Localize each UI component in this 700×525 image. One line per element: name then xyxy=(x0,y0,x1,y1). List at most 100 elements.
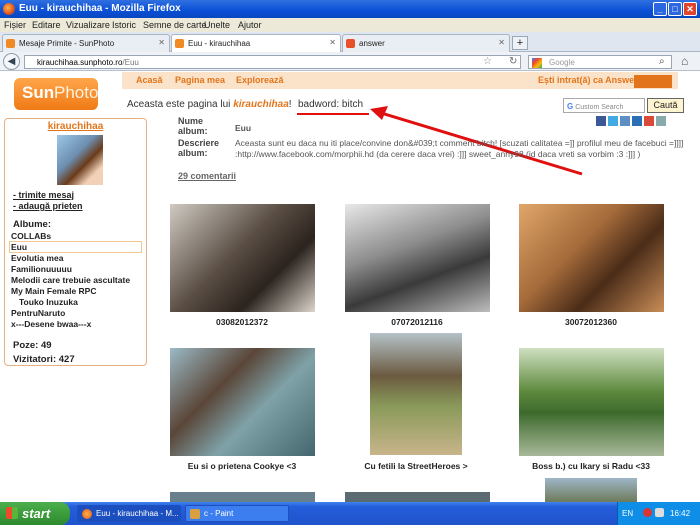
taskbar-firefox[interactable]: Euu - kirauchihaa - M... xyxy=(77,505,181,522)
comments-link[interactable]: 29 comentarii xyxy=(178,171,236,181)
photo-caption[interactable]: 07072012116 xyxy=(337,317,497,327)
bookmark-star-icon[interactable]: ☆ xyxy=(483,56,492,67)
maximize-button[interactable]: □ xyxy=(668,2,682,16)
album-link-selected[interactable]: Euu xyxy=(11,242,27,252)
menu-bookmarks[interactable]: Semne de carte xyxy=(143,20,207,30)
close-tab-icon[interactable]: ✕ xyxy=(158,38,165,47)
photo-caption[interactable]: 03082012372 xyxy=(162,317,322,327)
back-button[interactable]: ◀ xyxy=(3,53,20,70)
nav-my-page-link[interactable]: Pagina mea xyxy=(175,75,225,85)
photo-thumbnail[interactable] xyxy=(170,492,315,502)
new-tab-button[interactable]: + xyxy=(512,36,528,50)
page-title: Aceasta este pagina lui kirauchihaa! xyxy=(127,99,292,110)
tab-euu[interactable]: Euu - kirauchihaa ✕ xyxy=(171,34,341,53)
photo-thumbnail[interactable] xyxy=(519,348,664,456)
album-name: Euu xyxy=(235,123,252,133)
photo-thumbnail[interactable] xyxy=(170,204,315,312)
album-link[interactable]: Evolutia mea xyxy=(11,253,63,263)
photo-thumbnail[interactable] xyxy=(370,333,462,455)
tab-mesaje[interactable]: Mesaje Primite - SunPhoto ✕ xyxy=(2,34,170,52)
photo-thumbnail[interactable] xyxy=(519,204,664,312)
nav-home-link[interactable]: Acasă xyxy=(136,75,163,85)
firefox-icon xyxy=(82,509,92,519)
albums-title: Albume: xyxy=(13,219,51,230)
menu-help[interactable]: Ajutor xyxy=(238,20,262,30)
menu-file[interactable]: Fișier xyxy=(4,20,26,30)
album-description-label: Descriere album: xyxy=(178,138,220,158)
album-name-label: Nume album: xyxy=(178,116,208,136)
badword-annotation: badword: bitch xyxy=(298,99,364,110)
minimize-button[interactable]: _ xyxy=(653,2,667,16)
answer-favicon-icon xyxy=(346,39,355,48)
paint-icon xyxy=(190,509,200,519)
windows-flag-icon xyxy=(6,507,18,519)
album-link[interactable]: My Main Female RPC xyxy=(11,286,97,296)
avatar[interactable] xyxy=(57,135,103,185)
close-tab-icon[interactable]: ✕ xyxy=(329,38,336,47)
red-underline-annotation xyxy=(297,113,369,115)
photo-thumbnail[interactable] xyxy=(345,204,490,312)
tab-label: Euu - kirauchihaa xyxy=(188,39,251,48)
album-link[interactable]: x---Desene bwaa---x xyxy=(11,319,91,329)
close-button[interactable]: ✕ xyxy=(683,2,697,16)
taskbar-paint[interactable]: c - Paint xyxy=(185,505,289,522)
start-button[interactable]: start xyxy=(0,502,70,525)
window-title: Euu - kirauchihaa - Mozilla Firefox xyxy=(19,3,181,14)
google-share-icon[interactable] xyxy=(644,116,654,126)
profile-sidebar: kirauchihaa - trimite mesaj - adaugă pri… xyxy=(4,118,147,366)
language-indicator[interactable]: EN xyxy=(622,509,633,518)
photo-thumbnail[interactable] xyxy=(545,478,637,502)
send-message-link[interactable]: - trimite mesaj xyxy=(13,190,74,200)
sunphoto-favicon-icon xyxy=(175,39,184,48)
album-link[interactable]: Melodii care trebuie ascultate xyxy=(11,275,130,285)
album-link[interactable]: PentruNaruto xyxy=(11,308,65,318)
photo-caption[interactable]: 30072012360 xyxy=(511,317,671,327)
menu-history[interactable]: Istoric xyxy=(112,20,136,30)
url-bar[interactable]: kirauchihaa.sunphoto.ro/Euu ☆ ↻ xyxy=(24,55,521,69)
search-input[interactable]: Google ⌕ xyxy=(528,55,672,69)
search-placeholder: Google xyxy=(549,58,575,67)
profile-username[interactable]: kirauchihaa xyxy=(5,121,146,132)
search-icon[interactable]: ⌕ xyxy=(659,56,665,67)
tab-label: Mesaje Primite - SunPhoto xyxy=(19,39,115,48)
tab-answer[interactable]: answer ✕ xyxy=(342,34,510,52)
menu-view[interactable]: Vizualizare xyxy=(66,20,110,30)
email-icon[interactable] xyxy=(632,116,642,126)
album-link[interactable]: Familionuuuuu xyxy=(11,264,72,274)
clock[interactable]: 16:42 xyxy=(670,509,690,518)
more-share-icon[interactable] xyxy=(656,116,666,126)
sunphoto-logo[interactable]: Sun Photo xyxy=(14,78,98,110)
menu-tools[interactable]: Unelte xyxy=(204,20,230,30)
album-link[interactable]: COLLABs xyxy=(11,231,51,241)
photo-caption[interactable]: Cu fetili la StreetHeroes > xyxy=(336,461,496,471)
photo-caption[interactable]: Eu si o prietena Cookye <3 xyxy=(162,461,322,471)
sunphoto-favicon-icon xyxy=(6,39,15,48)
close-tab-icon[interactable]: ✕ xyxy=(498,38,505,47)
tray-status-icon[interactable] xyxy=(643,508,652,517)
google-custom-search-input[interactable]: G Custom Search xyxy=(563,98,645,113)
album-description: Aceasta sunt eu daca nu iti place/convin… xyxy=(235,138,684,159)
menu-edit[interactable]: Editare xyxy=(32,20,61,30)
nav-explore-link[interactable]: Explorează xyxy=(236,75,284,85)
logo-sun-text: Sun xyxy=(22,83,55,102)
home-icon[interactable]: ⌂ xyxy=(681,54,688,68)
page-content: Acasă Pagina mea Explorează Ești intrat(… xyxy=(0,72,700,502)
google-logo-icon: G xyxy=(567,102,574,111)
search-button[interactable]: Caută xyxy=(647,98,684,113)
volume-icon[interactable] xyxy=(655,508,664,517)
album-link[interactable]: Touko Inuzuka xyxy=(19,297,78,307)
page-owner-link[interactable]: kirauchihaa xyxy=(233,99,289,110)
reload-icon[interactable]: ↻ xyxy=(509,56,517,67)
facebook-icon[interactable] xyxy=(596,116,606,126)
visitors-count: Vizitatori: 427 xyxy=(13,354,75,365)
navigation-bar: ◀ kirauchihaa.sunphoto.ro/Euu ☆ ↻ Google… xyxy=(0,52,700,71)
logout-button[interactable]: Ieșire xyxy=(634,75,672,88)
photo-caption[interactable]: Boss b.) cu Ikary si Radu <33 xyxy=(511,461,671,471)
logo-photo-text: Photo xyxy=(54,83,99,102)
share-icon[interactable] xyxy=(620,116,630,126)
add-friend-link[interactable]: - adaugă prieten xyxy=(13,201,83,211)
selected-album-highlight xyxy=(9,241,142,253)
photo-thumbnail[interactable] xyxy=(345,492,490,502)
photo-thumbnail[interactable] xyxy=(170,348,315,456)
twitter-icon[interactable] xyxy=(608,116,618,126)
